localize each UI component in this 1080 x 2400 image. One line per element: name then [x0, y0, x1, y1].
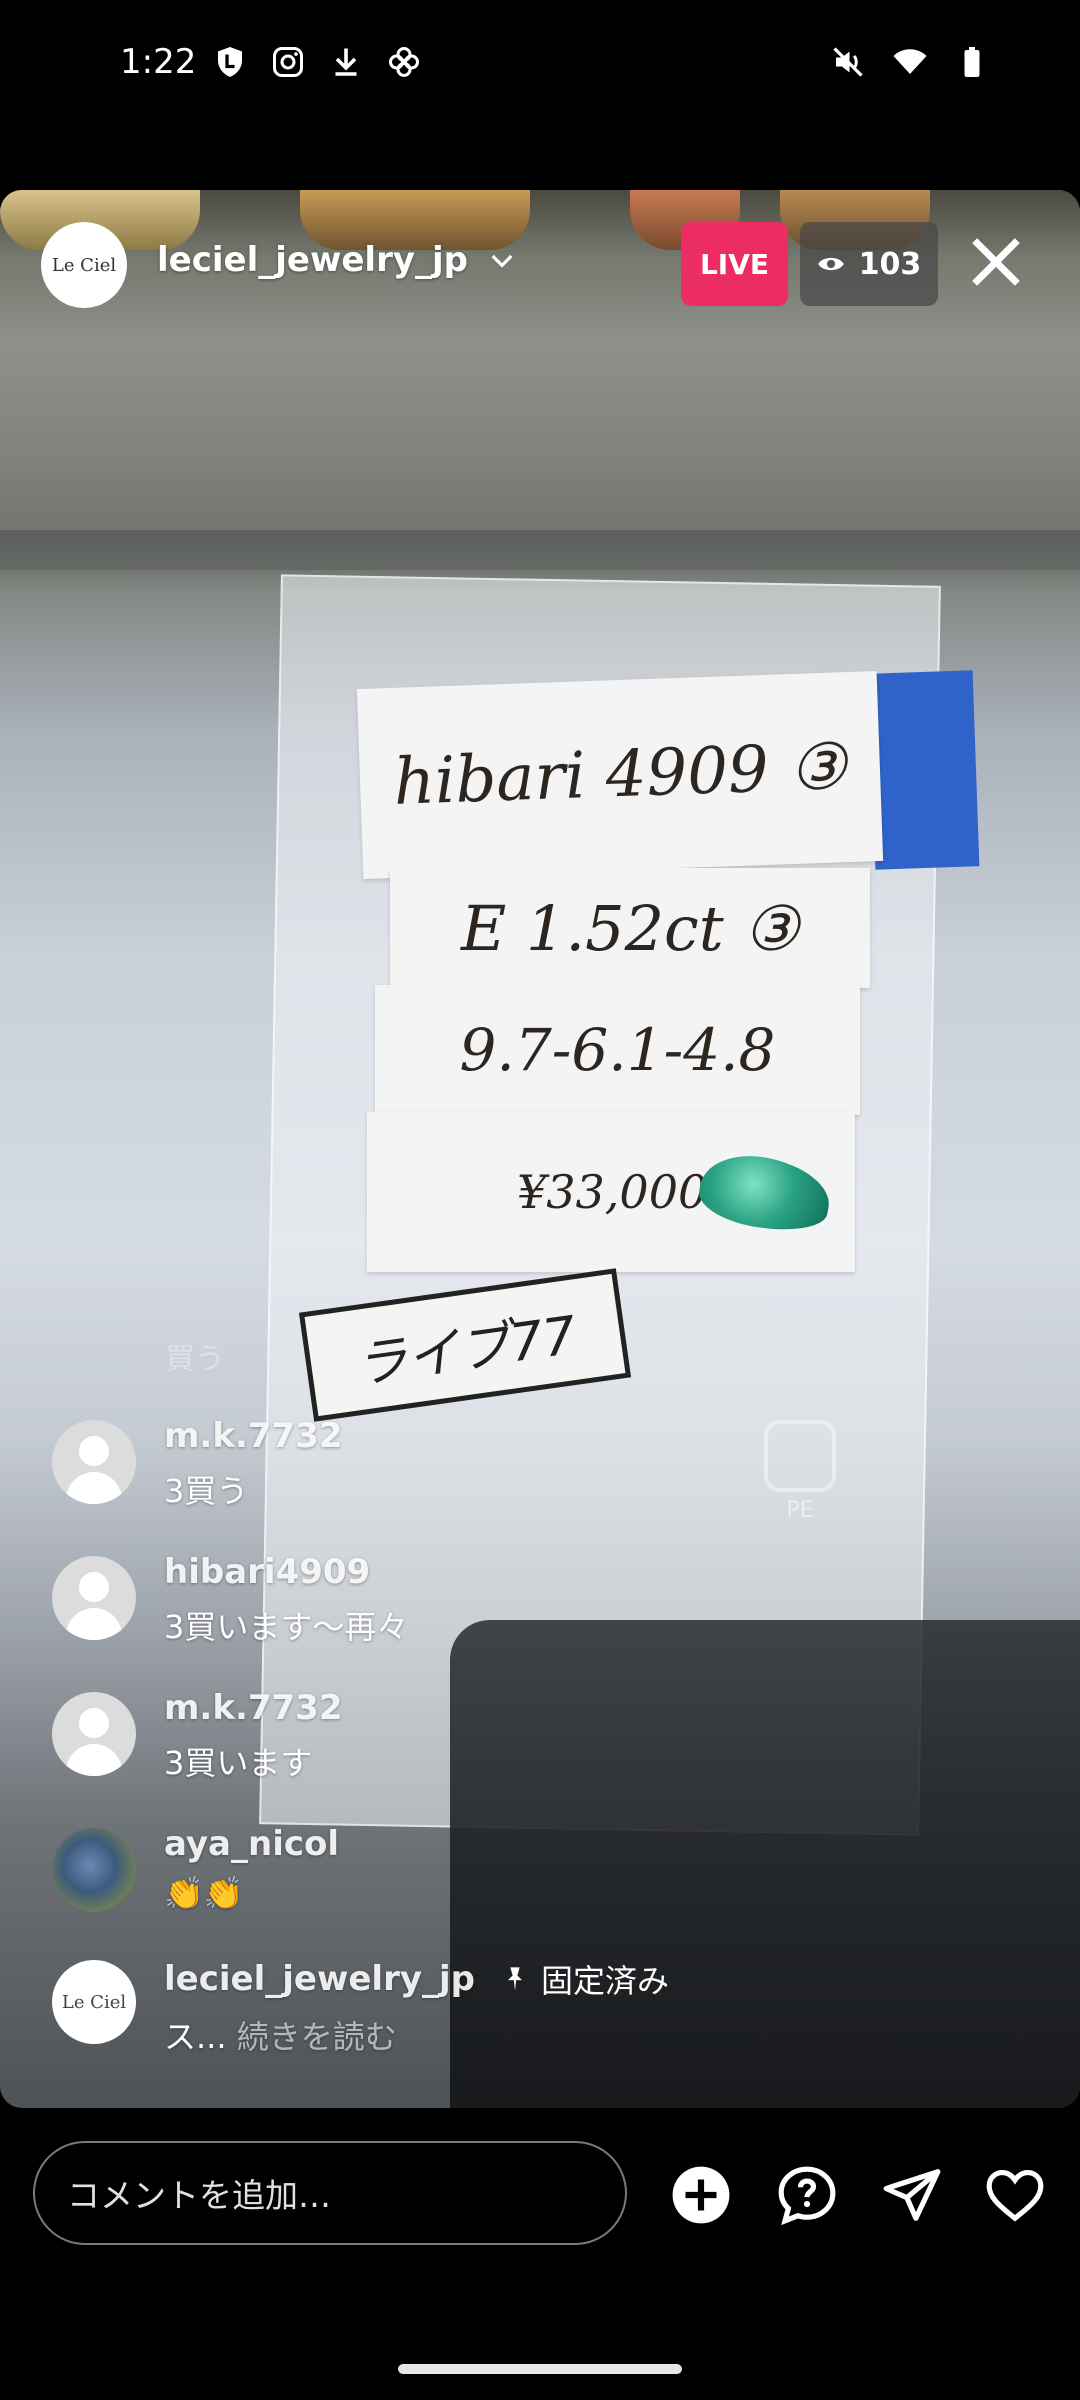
eye-icon	[817, 257, 844, 271]
tag-carat: E 1.52ct ③	[390, 868, 870, 988]
comment-username[interactable]: aya_nicol	[164, 1824, 339, 1864]
comment-item[interactable]: m.k.7732 3買う	[52, 1416, 343, 1512]
host-avatar[interactable]: Le Ciel	[41, 222, 127, 308]
close-icon[interactable]	[964, 230, 1028, 294]
comment-text: 3買います〜再々	[164, 1608, 409, 1646]
comment-item[interactable]: hibari4909 3買います〜再々	[52, 1552, 409, 1648]
faded-comment: 買う	[165, 1342, 225, 1377]
avatar[interactable]	[52, 1692, 136, 1776]
status-time: 1:22	[120, 42, 197, 82]
viewer-count-badge[interactable]: 103	[800, 222, 938, 306]
send-icon[interactable]	[881, 2164, 943, 2226]
host-avatar-text: Le Ciel	[51, 254, 117, 276]
add-circle-icon[interactable]	[670, 2164, 732, 2226]
pinned-indicator: 固定済み	[501, 1956, 669, 2002]
pe-text: PE	[786, 1498, 814, 1523]
system-icons	[830, 44, 990, 80]
viewer-count: 103	[858, 246, 922, 282]
recycle-mark-icon	[764, 1420, 836, 1492]
wifi-icon	[892, 44, 928, 80]
pe-mark: PE	[760, 1420, 840, 1523]
mute-icon	[830, 44, 866, 80]
avatar-text: Le Ciel	[61, 1991, 127, 2013]
comment-text: 👏👏	[164, 1874, 244, 1912]
comment-username[interactable]: m.k.7732	[164, 1688, 343, 1728]
pin-icon	[508, 1967, 522, 1991]
tag-size: 9.7-6.1-4.8	[375, 985, 860, 1115]
avatar[interactable]	[52, 1420, 136, 1504]
comment-text: ス...	[164, 2018, 227, 2056]
comment-username[interactable]: leciel_jewelry_jp	[164, 1959, 475, 1999]
comment-username[interactable]: m.k.7732	[164, 1416, 343, 1456]
heart-icon[interactable]	[984, 2164, 1046, 2226]
comment-text: 3買う	[164, 1472, 249, 1510]
home-indicator[interactable]	[398, 2364, 682, 2374]
chevron-down-icon[interactable]	[486, 244, 518, 276]
status-bar: 1:22	[0, 0, 1080, 140]
shield-l-icon	[212, 44, 248, 80]
live-badge: LIVE	[681, 222, 788, 306]
comment-username[interactable]: hibari4909	[164, 1552, 408, 1592]
read-more-link[interactable]: 続きを読む	[237, 2018, 397, 2056]
blue-tab	[868, 670, 980, 870]
pinwheel-icon	[386, 44, 422, 80]
download-icon	[328, 44, 364, 80]
instagram-icon	[270, 44, 306, 80]
battery-icon	[954, 44, 990, 80]
avatar[interactable]	[52, 1828, 136, 1912]
host-username-text: leciel_jewelry_jp	[157, 240, 468, 280]
host-username[interactable]: leciel_jewelry_jp	[157, 240, 518, 280]
comment-item[interactable]: aya_nicol 👏👏	[52, 1824, 339, 1912]
avatar[interactable]: Le Ciel	[52, 1960, 136, 2044]
close-button[interactable]	[964, 230, 1028, 294]
comment-input[interactable]: コメントを追加…	[33, 2141, 627, 2245]
pinned-comment[interactable]: Le Ciel leciel_jewelry_jp 固定済み ス... 続きを読…	[52, 1959, 669, 2058]
comment-text: 3買います	[164, 1744, 313, 1782]
tag-name: hibari 4909 ③	[356, 670, 884, 880]
question-bubble-icon[interactable]	[776, 2164, 838, 2226]
notification-icons	[212, 44, 422, 80]
pinned-label: 固定済み	[541, 1962, 670, 2000]
comment-input-placeholder: コメントを追加…	[67, 2176, 331, 2215]
comment-item[interactable]: m.k.7732 3買います	[52, 1688, 343, 1784]
avatar[interactable]	[52, 1556, 136, 1640]
